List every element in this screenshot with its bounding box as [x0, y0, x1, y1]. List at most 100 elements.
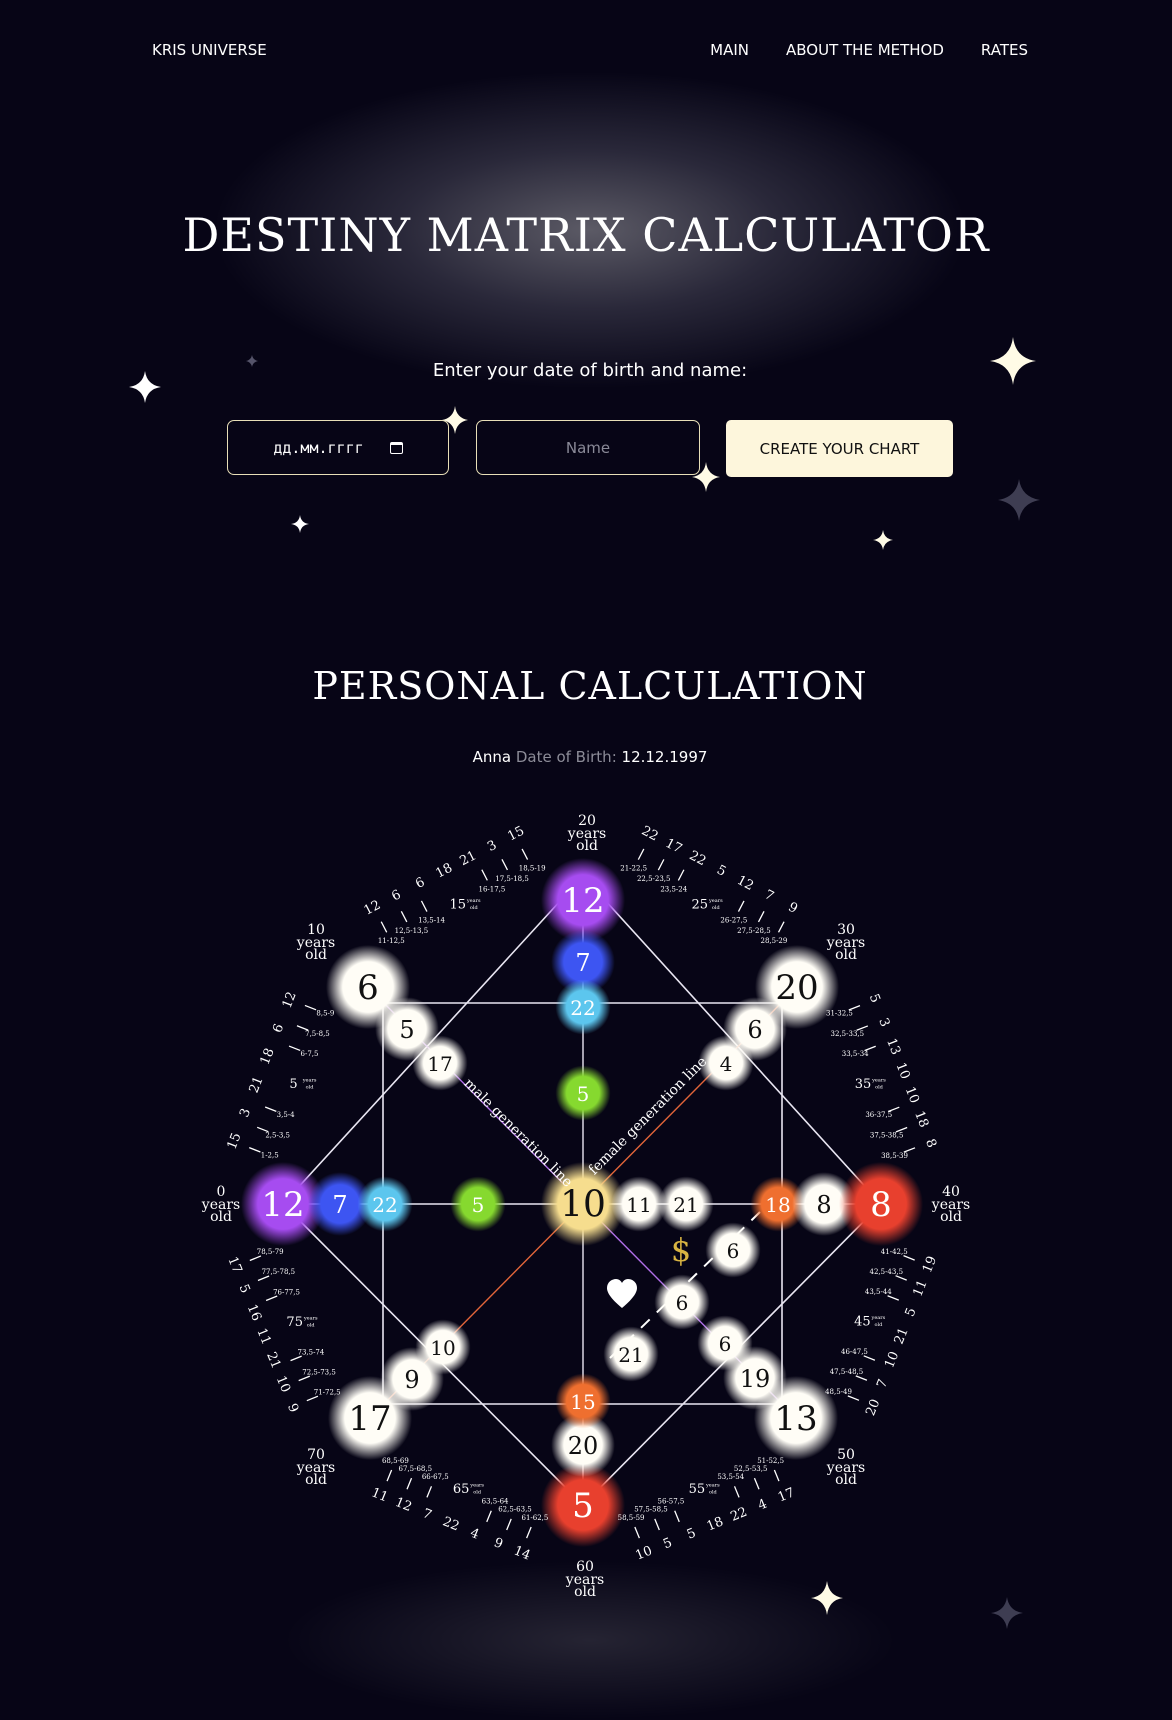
mid-age: 25: [692, 897, 709, 912]
arc-number: 4: [756, 1497, 769, 1514]
age-range: 11-12,5: [378, 937, 405, 945]
age-tick: [296, 1025, 309, 1031]
age-tick: [757, 911, 765, 923]
node-top-2-value: 7: [575, 949, 590, 977]
node-top-right-3-value: 4: [720, 1052, 733, 1076]
age-tick: [249, 1255, 262, 1262]
age-tick: [677, 869, 685, 881]
mid-age: 5: [289, 1077, 297, 1092]
node-top-left-value: 6: [357, 968, 379, 1008]
node-left-3-value: 22: [372, 1193, 397, 1217]
node-top-right-2-value: 6: [747, 1016, 762, 1044]
age-tick: [848, 1005, 861, 1011]
age-tick: [674, 1510, 680, 1523]
age-range: 52,5-53,5: [734, 1465, 768, 1473]
node-money-3[interactable]: 21: [603, 1326, 659, 1382]
age-range: 57,5-58,5: [634, 1506, 668, 1514]
arc-number: 10: [892, 1061, 912, 1082]
age-tick: [400, 910, 408, 923]
arc-number: 18: [911, 1109, 931, 1130]
age-tick: [864, 1045, 876, 1052]
age-range: 76-77,5: [273, 1288, 300, 1296]
age-tick: [420, 900, 428, 912]
mid-age-years: years: [303, 1315, 318, 1321]
heart-icon: [607, 1279, 637, 1308]
node-money-3-value: 21: [618, 1343, 643, 1367]
age-tick: [773, 1469, 780, 1482]
node-top[interactable]: 12: [540, 857, 626, 943]
age-tick: [526, 1526, 532, 1539]
age-range: 43,5-44: [865, 1288, 892, 1296]
arc-number: 9: [492, 1535, 505, 1552]
arc-number: 6: [270, 1022, 287, 1035]
age-tick: [406, 1477, 413, 1490]
age-range: 53,5-54: [717, 1473, 744, 1481]
age-range: 67,5-68,5: [399, 1465, 433, 1473]
age-range: 33,5-34: [842, 1050, 869, 1058]
arc-number: 6: [413, 875, 427, 892]
mid-age: 15: [449, 897, 466, 912]
arc-number: 21: [892, 1326, 912, 1347]
age-tick: [426, 1486, 433, 1498]
mid-age: 45: [854, 1315, 871, 1330]
node-bottom-right-value: 13: [774, 1399, 817, 1439]
arc-number: 17: [224, 1255, 244, 1276]
mid-age: 35: [855, 1077, 872, 1092]
mid-age-years: years: [871, 1315, 886, 1321]
node-left-value: 12: [261, 1185, 304, 1225]
dollar-icon: $: [671, 1231, 691, 1269]
arc-number: 21: [247, 1074, 267, 1095]
node-right[interactable]: 8: [838, 1161, 924, 1247]
age-tick: [298, 1375, 311, 1382]
age-tick: [481, 869, 488, 881]
arc-number: 22: [440, 1514, 461, 1534]
age-tick: [380, 921, 388, 933]
age-tick: [863, 1355, 876, 1361]
age-range: 68,5-69: [382, 1457, 409, 1465]
arc-number: 13: [883, 1036, 903, 1057]
node-money-2[interactable]: 6: [654, 1274, 710, 1330]
node-bottom-left-3[interactable]: 10: [415, 1319, 471, 1375]
node-top-4-value: 5: [577, 1082, 590, 1106]
node-top-4[interactable]: 5: [555, 1065, 611, 1121]
age-range: 36-37,5: [865, 1111, 892, 1119]
age-tick: [257, 1275, 270, 1282]
arc-number: 5: [903, 1306, 920, 1319]
age-tick: [657, 859, 665, 871]
node-top-right-value: 20: [775, 968, 818, 1008]
arc-number: 9: [786, 900, 800, 917]
age-tick: [855, 1375, 868, 1381]
mid-age-old: old: [709, 1489, 718, 1495]
age-range: 58,5-59: [618, 1514, 645, 1522]
mid-age-years: years: [469, 1482, 484, 1488]
arc-number: 18: [258, 1046, 278, 1067]
arc-number: 18: [434, 861, 456, 882]
age-range: 8,5-9: [316, 1009, 334, 1017]
age-range: 71-72,5: [314, 1388, 341, 1396]
node-bottom-3[interactable]: 15: [555, 1373, 611, 1429]
node-money-1[interactable]: 6: [705, 1222, 761, 1278]
node-top-left-3[interactable]: 17: [412, 1035, 468, 1091]
node-right-4[interactable]: 11: [611, 1176, 667, 1232]
age-range: 72,5-73,5: [302, 1368, 336, 1376]
arc-number: 5: [236, 1282, 253, 1295]
age-range: 56-57,5: [658, 1497, 685, 1505]
node-bottom-right-3[interactable]: 6: [697, 1315, 753, 1371]
arc-number: 19: [920, 1254, 940, 1275]
mid-age: 55: [689, 1482, 706, 1497]
node-left-4[interactable]: 5: [450, 1176, 506, 1232]
node-left-3[interactable]: 22: [357, 1176, 413, 1232]
node-top-3[interactable]: 22: [555, 979, 611, 1035]
arc-number: 18: [705, 1514, 726, 1534]
arc-number: 9: [284, 1401, 301, 1414]
age-range: 23,5-24: [660, 885, 687, 893]
age-range: 51-52,5: [757, 1457, 784, 1465]
arc-number: 21: [263, 1350, 283, 1371]
age-range: 21-22,5: [620, 865, 647, 873]
node-bottom-right-2-value: 19: [740, 1365, 771, 1393]
mid-age-old: old: [470, 905, 479, 911]
age-tick: [486, 1510, 492, 1523]
node-right-3[interactable]: 21: [658, 1176, 714, 1232]
age-tick: [895, 1275, 907, 1281]
arc-number: 11: [369, 1485, 390, 1505]
